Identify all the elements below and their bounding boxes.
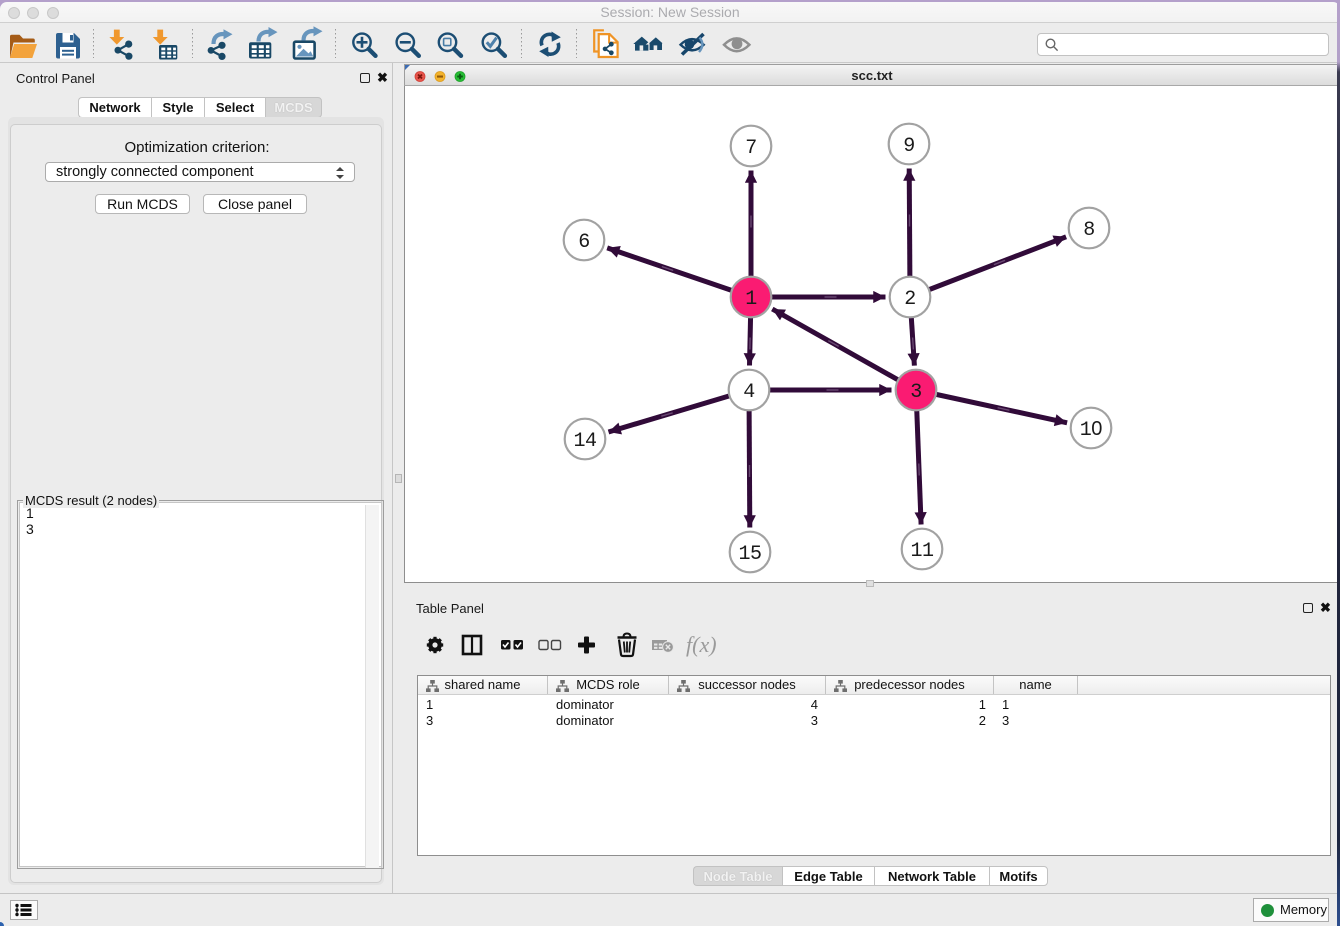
svg-text:11: 11 — [910, 540, 934, 563]
svg-text:2: 2 — [904, 288, 916, 311]
svg-text:8: 8 — [1083, 219, 1095, 242]
svg-text:1: 1 — [1080, 419, 1092, 442]
svg-text:4: 4 — [743, 381, 755, 404]
svg-text:15: 15 — [738, 543, 761, 566]
svg-text:7: 7 — [745, 137, 757, 160]
svg-text:14: 14 — [573, 430, 596, 453]
svg-text:f(x): f(x) — [686, 632, 717, 657]
svg-text:9: 9 — [903, 135, 915, 158]
svg-text:6: 6 — [578, 231, 590, 254]
svg-text:0: 0 — [1091, 418, 1102, 440]
svg-text:1: 1 — [745, 288, 757, 311]
svg-text:3: 3 — [910, 381, 922, 404]
